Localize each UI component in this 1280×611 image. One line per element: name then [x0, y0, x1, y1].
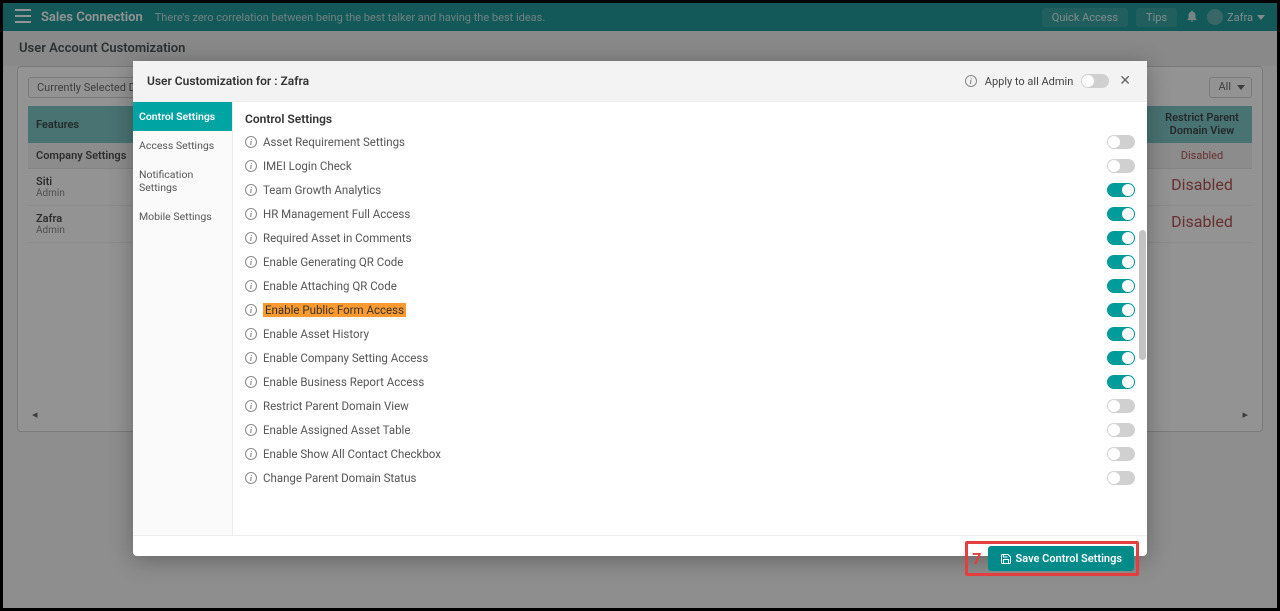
- setting-label: Enable Assigned Asset Table: [263, 423, 410, 437]
- setting-label: Enable Asset History: [263, 327, 369, 341]
- info-icon[interactable]: i: [245, 256, 257, 268]
- setting-label: Enable Business Report Access: [263, 375, 424, 389]
- info-icon[interactable]: i: [245, 448, 257, 460]
- setting-toggle[interactable]: [1107, 231, 1135, 245]
- setting-toggle[interactable]: [1107, 183, 1135, 197]
- modal-footer: 7 Save Control Settings: [133, 535, 1147, 556]
- info-icon[interactable]: i: [245, 160, 257, 172]
- setting-toggle[interactable]: [1107, 471, 1135, 485]
- setting-toggle[interactable]: [1107, 303, 1135, 317]
- settings-scrollbar[interactable]: [1139, 130, 1147, 535]
- info-icon[interactable]: i: [245, 472, 257, 484]
- setting-row: i Asset Requirement Settings: [243, 130, 1137, 154]
- setting-toggle[interactable]: [1107, 375, 1135, 389]
- setting-label: Team Growth Analytics: [263, 183, 381, 197]
- setting-row: i Enable Public Form Access: [243, 298, 1137, 322]
- save-icon: [1000, 553, 1012, 565]
- apply-all-toggle[interactable]: [1081, 74, 1109, 88]
- info-icon[interactable]: i: [245, 232, 257, 244]
- setting-label: IMEI Login Check: [263, 159, 352, 173]
- sidebar-item-notification-settings[interactable]: Notification Settings: [133, 160, 232, 202]
- setting-label: Enable Show All Contact Checkbox: [263, 447, 441, 461]
- setting-toggle[interactable]: [1107, 423, 1135, 437]
- modal-sidebar: Control SettingsAccess SettingsNotificat…: [133, 102, 233, 535]
- user-customization-modal: User Customization for : Zafra i Apply t…: [133, 61, 1147, 556]
- setting-toggle[interactable]: [1107, 255, 1135, 269]
- setting-label: Enable Generating QR Code: [263, 255, 403, 269]
- setting-label: Enable Company Setting Access: [263, 351, 428, 365]
- setting-row: i Enable Company Setting Access: [243, 346, 1137, 370]
- info-icon[interactable]: i: [245, 280, 257, 292]
- setting-label: Enable Attaching QR Code: [263, 279, 397, 293]
- setting-row: i Restrict Parent Domain View: [243, 394, 1137, 418]
- setting-row: i Team Growth Analytics: [243, 178, 1137, 202]
- callout-number: 7: [972, 549, 981, 568]
- setting-toggle[interactable]: [1107, 207, 1135, 221]
- setting-row: i IMEI Login Check: [243, 154, 1137, 178]
- save-label: Save Control Settings: [1016, 552, 1122, 565]
- apply-all-label: Apply to all Admin: [985, 75, 1073, 88]
- setting-label: Required Asset in Comments: [263, 231, 412, 245]
- info-icon[interactable]: i: [245, 136, 257, 148]
- setting-label: Enable Public Form Access: [263, 303, 406, 317]
- modal-header: User Customization for : Zafra i Apply t…: [133, 61, 1147, 102]
- setting-toggle[interactable]: [1107, 447, 1135, 461]
- setting-toggle[interactable]: [1107, 279, 1135, 293]
- modal-title: User Customization for : Zafra: [147, 74, 309, 88]
- setting-row: i Enable Asset History: [243, 322, 1137, 346]
- sidebar-item-control-settings[interactable]: Control Settings: [133, 102, 232, 131]
- setting-label: Restrict Parent Domain View: [263, 399, 409, 413]
- setting-row: i Enable Business Report Access: [243, 370, 1137, 394]
- info-icon[interactable]: i: [245, 424, 257, 436]
- settings-panel: Control Settings i Asset Requirement Sett…: [233, 102, 1147, 535]
- settings-title: Control Settings: [243, 102, 1137, 130]
- save-button[interactable]: Save Control Settings: [988, 546, 1134, 571]
- setting-toggle[interactable]: [1107, 351, 1135, 365]
- setting-label: Change Parent Domain Status: [263, 471, 416, 485]
- info-icon[interactable]: i: [245, 304, 257, 316]
- setting-toggle[interactable]: [1107, 399, 1135, 413]
- setting-row: i Enable Show All Contact Checkbox: [243, 442, 1137, 466]
- setting-row: i Enable Generating QR Code: [243, 250, 1137, 274]
- setting-toggle[interactable]: [1107, 159, 1135, 173]
- info-icon[interactable]: i: [245, 208, 257, 220]
- info-icon[interactable]: i: [245, 328, 257, 340]
- info-icon[interactable]: i: [245, 376, 257, 388]
- setting-row: i HR Management Full Access: [243, 202, 1137, 226]
- callout-highlight: 7 Save Control Settings: [965, 541, 1139, 576]
- setting-toggle[interactable]: [1107, 327, 1135, 341]
- setting-row: i Required Asset in Comments: [243, 226, 1137, 250]
- info-icon[interactable]: i: [245, 400, 257, 412]
- setting-row: i Change Parent Domain Status: [243, 466, 1137, 490]
- sidebar-item-mobile-settings[interactable]: Mobile Settings: [133, 202, 232, 231]
- setting-label: HR Management Full Access: [263, 207, 410, 221]
- setting-row: i Enable Attaching QR Code: [243, 274, 1137, 298]
- close-icon[interactable]: ✕: [1117, 71, 1133, 91]
- sidebar-item-access-settings[interactable]: Access Settings: [133, 131, 232, 160]
- info-icon[interactable]: i: [245, 184, 257, 196]
- setting-label: Asset Requirement Settings: [263, 135, 405, 149]
- setting-row: i Enable Assigned Asset Table: [243, 418, 1137, 442]
- info-icon[interactable]: i: [245, 352, 257, 364]
- info-icon[interactable]: i: [965, 75, 977, 87]
- setting-toggle[interactable]: [1107, 135, 1135, 149]
